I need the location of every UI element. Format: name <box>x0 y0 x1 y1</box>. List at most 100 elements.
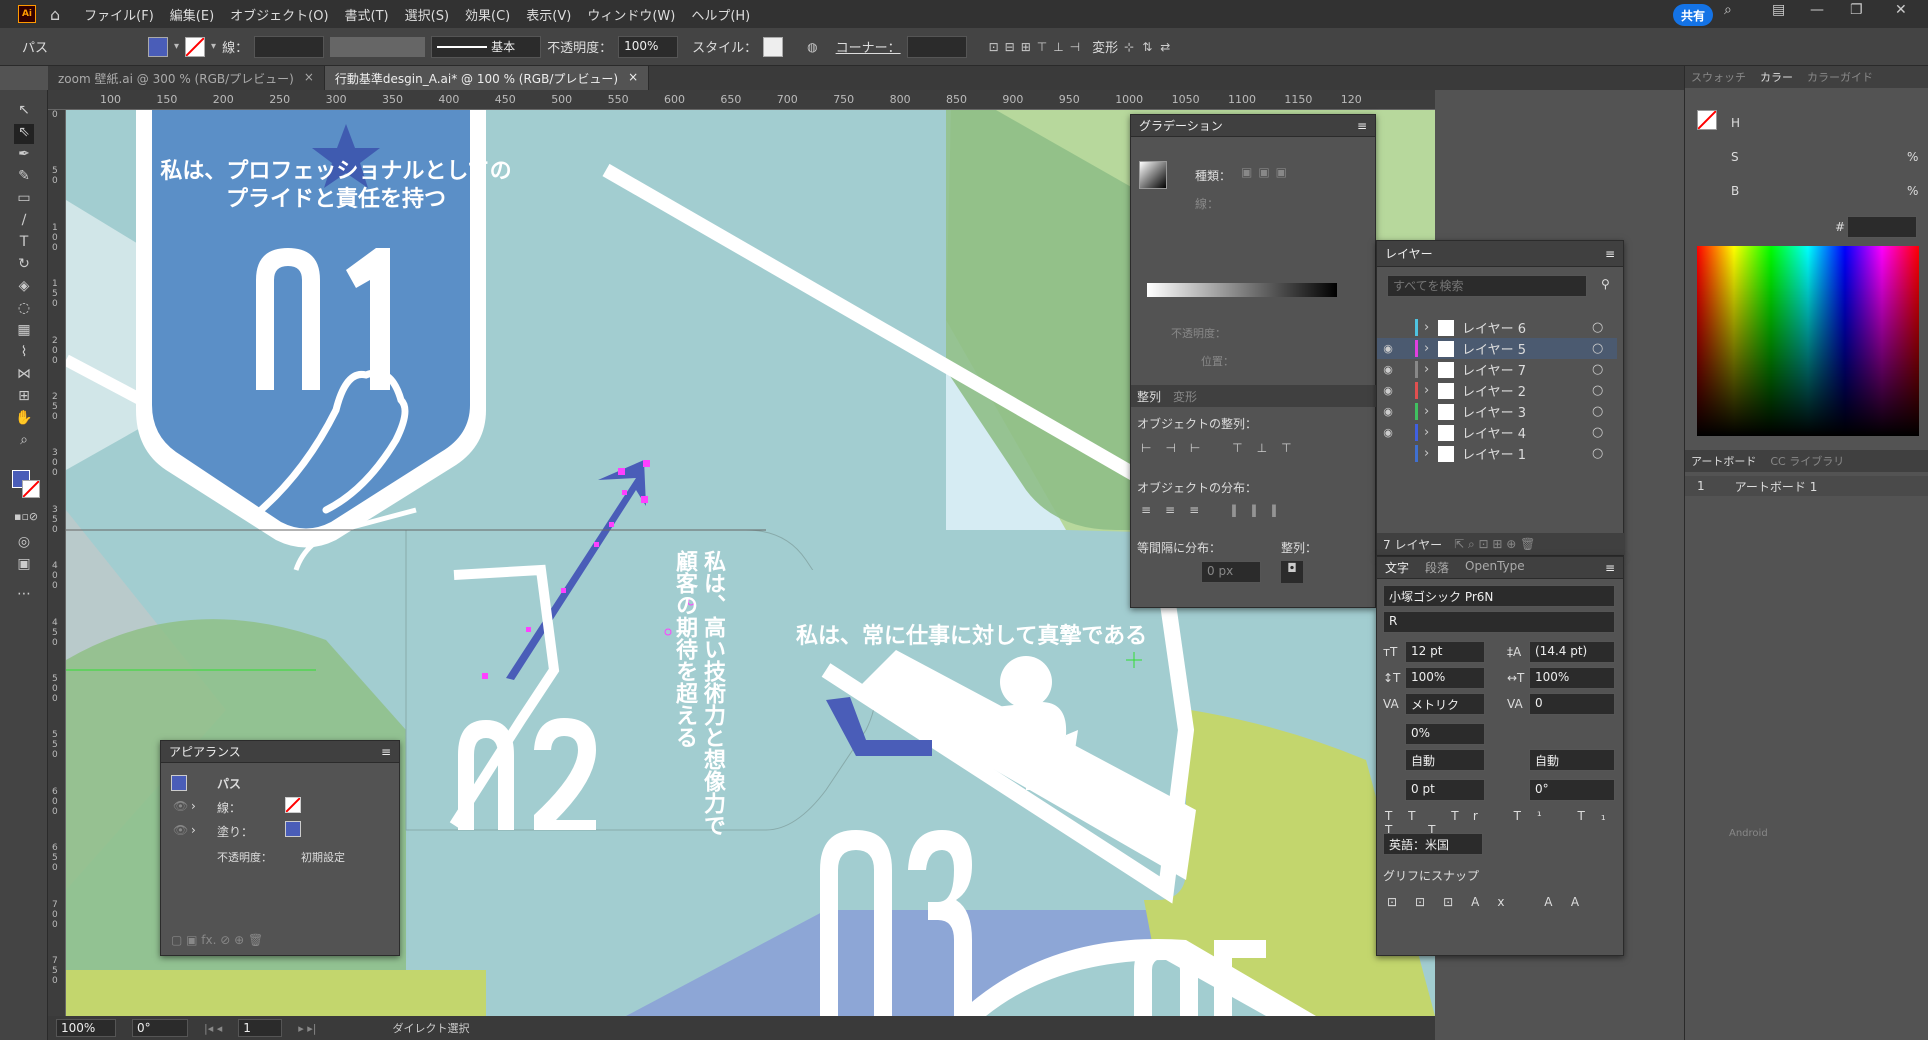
draw-mode-icon[interactable]: ◎ <box>14 534 34 554</box>
share-button[interactable]: 共有 <box>1673 4 1713 26</box>
artboard-nav-icons[interactable]: |◂ ◂ <box>204 1022 222 1035</box>
menu-window[interactable]: ウィンドウ(W) <box>587 5 675 24</box>
char-rotation-field[interactable]: 0° <box>1529 779 1615 801</box>
type-tool-icon[interactable]: T <box>14 234 34 254</box>
menu-file[interactable]: ファイル(F) <box>84 5 154 24</box>
eyedropper-tool-icon[interactable]: ⌇ <box>14 344 34 364</box>
layer-name[interactable]: レイヤー 5 <box>1462 339 1592 358</box>
tracking-field[interactable]: 0 <box>1529 693 1615 715</box>
snap-glyph-icons[interactable]: ⊡⊡⊡Ax AA <box>1387 895 1597 909</box>
eraser-tool-icon[interactable]: ◈ <box>14 278 34 298</box>
stroke-style-dropdown[interactable]: 基本 <box>431 35 542 58</box>
tab-color[interactable]: カラー <box>1760 69 1793 85</box>
expand-arrow-icon[interactable]: › <box>1424 446 1438 461</box>
eye-icon[interactable]: 👁 <box>173 823 188 837</box>
panel-menu-icon[interactable]: ≡ <box>381 745 391 759</box>
menu-edit[interactable]: 編集(E) <box>170 5 214 24</box>
tab-swatches[interactable]: スウォッチ <box>1691 69 1746 85</box>
home-icon[interactable]: ⌂ <box>50 5 60 24</box>
zoom-tool-icon[interactable]: ⌕ <box>14 432 34 452</box>
menu-select[interactable]: 選択(S) <box>405 5 449 24</box>
menu-view[interactable]: 表示(V) <box>526 5 571 24</box>
filter-icon[interactable]: ⚲ <box>1601 277 1610 291</box>
doc-tab-2[interactable]: 行動基準desgin_A.ai* @ 100 % (RGB/プレビュー) × <box>324 66 650 90</box>
brush-tool-icon[interactable]: ∕ <box>14 212 34 232</box>
menu-help[interactable]: ヘルプ(H) <box>691 5 750 24</box>
tab-transform[interactable]: 変形 <box>1173 388 1197 405</box>
stroke-swatch[interactable] <box>185 36 206 57</box>
distribute-objects-icons[interactable]: ≡≡≡ ‖‖‖ <box>1141 503 1291 517</box>
layer-row[interactable]: › レイヤー 1 ○ <box>1377 443 1617 464</box>
menu-type[interactable]: 書式(T) <box>345 5 389 24</box>
color-mode-icons[interactable]: ▪▫⊘ <box>14 510 38 530</box>
close-icon[interactable]: ✕ <box>1895 2 1907 18</box>
layer-name[interactable]: レイヤー 1 <box>1462 444 1592 463</box>
layer-row[interactable]: › レイヤー 6 ○ <box>1377 317 1617 338</box>
kerning-field[interactable]: メトリク <box>1405 693 1485 715</box>
leading-field[interactable]: (14.4 pt) <box>1529 641 1615 663</box>
expand-arrow-icon[interactable]: › <box>1424 425 1438 440</box>
tab-opentype[interactable]: OpenType <box>1465 559 1525 576</box>
panel-menu-icon[interactable]: ≡ <box>1605 561 1615 575</box>
search-icon[interactable]: ⌕ <box>1724 2 1732 18</box>
maximize-icon[interactable]: ❐ <box>1850 2 1863 18</box>
gradient-type-icons[interactable]: ▣▣▣ <box>1241 165 1293 179</box>
recolor-icon[interactable]: ◍ <box>807 40 817 54</box>
corner-label[interactable]: コーナー： <box>836 37 901 56</box>
expand-arrow-icon[interactable]: › <box>1424 320 1438 335</box>
curvature-tool-icon[interactable]: ✎ <box>14 168 34 188</box>
fill-swatch[interactable] <box>148 36 168 57</box>
layer-row[interactable]: ◉ › レイヤー 3 ○ <box>1377 401 1617 422</box>
align-icons[interactable]: ⊡⊟⊞⊤⊥⊣ <box>989 40 1087 54</box>
artboard-field[interactable]: 1 <box>238 1019 283 1037</box>
aki-left-field[interactable]: 自動 <box>1405 749 1485 771</box>
more-tools-icon[interactable]: ⋯ <box>14 586 34 606</box>
color-spectrum[interactable] <box>1697 246 1919 436</box>
eye-icon[interactable]: ◉ <box>1377 363 1399 376</box>
expand-arrow-icon[interactable]: › <box>191 799 196 813</box>
eye-icon[interactable]: ◉ <box>1377 426 1399 439</box>
hand-tool-icon[interactable]: ✋ <box>14 410 34 430</box>
menu-object[interactable]: オブジェクト(O) <box>230 5 328 24</box>
transform-icons[interactable]: ⊹⇅⇄ <box>1124 40 1178 54</box>
eye-icon[interactable]: ◉ <box>1377 342 1399 355</box>
layer-row[interactable]: ◉ › レイヤー 7 ○ <box>1377 359 1617 380</box>
tsume-field[interactable]: 0% <box>1405 723 1485 745</box>
font-family-dropdown[interactable]: 小塚ゴシック Pr6N <box>1383 585 1615 607</box>
selection-tool-icon[interactable]: ↖ <box>14 102 34 122</box>
font-style-dropdown[interactable]: R <box>1383 611 1615 633</box>
aki-right-field[interactable]: 自動 <box>1529 749 1615 771</box>
appearance-footer-icons[interactable]: ▢ ▣ fx. ⊘ ⊕ 🗑 <box>171 933 263 947</box>
align-objects-icons[interactable]: ⊢⊣⊢ ⊤⊥⊤ <box>1141 441 1306 455</box>
layer-name[interactable]: レイヤー 4 <box>1462 423 1592 442</box>
layer-name[interactable]: レイヤー 6 <box>1462 318 1592 337</box>
hex-field[interactable] <box>1847 216 1917 238</box>
font-size-field[interactable]: 12 pt <box>1405 641 1485 663</box>
stroke-none-swatch[interactable] <box>285 797 301 813</box>
pen-tool-icon[interactable]: ✒ <box>14 146 34 166</box>
blend-tool-icon[interactable]: ⋈ <box>14 366 34 386</box>
layer-name[interactable]: レイヤー 3 <box>1462 402 1592 421</box>
layers-footer-icons[interactable]: ⇱ ⌕ ⊡ ⊞ ⊕ 🗑 <box>1454 537 1535 552</box>
opacity-field[interactable]: 100% <box>618 35 679 58</box>
tab-character[interactable]: 文字 <box>1385 559 1409 576</box>
expand-arrow-icon[interactable]: › <box>1424 383 1438 398</box>
transform-label[interactable]: 変形 <box>1092 37 1118 56</box>
arrange-icon[interactable]: ▤ <box>1772 2 1785 18</box>
expand-arrow-icon[interactable]: › <box>1424 341 1438 356</box>
gradient-slider[interactable] <box>1147 283 1337 297</box>
style-swatch[interactable] <box>763 36 784 57</box>
expand-arrow-icon[interactable]: › <box>1424 404 1438 419</box>
artboard-row[interactable]: 1 アートボード 1 <box>1685 476 1928 496</box>
close-tab-icon[interactable]: × <box>628 70 638 86</box>
stroke-weight-field[interactable] <box>254 35 325 58</box>
expand-arrow-icon[interactable]: › <box>191 823 196 837</box>
tab-color-guide[interactable]: カラーガイド <box>1807 69 1873 85</box>
panel-menu-icon[interactable]: ≡ <box>1605 247 1615 261</box>
stroke-color-box[interactable] <box>22 480 40 498</box>
target-icon[interactable]: ○ <box>1592 404 1603 419</box>
expand-arrow-icon[interactable]: › <box>1424 362 1438 377</box>
panel-menu-icon[interactable]: ≡ <box>1357 119 1367 133</box>
artboard-tool-icon[interactable]: ⊞ <box>14 388 34 408</box>
corner-field[interactable] <box>906 35 967 58</box>
